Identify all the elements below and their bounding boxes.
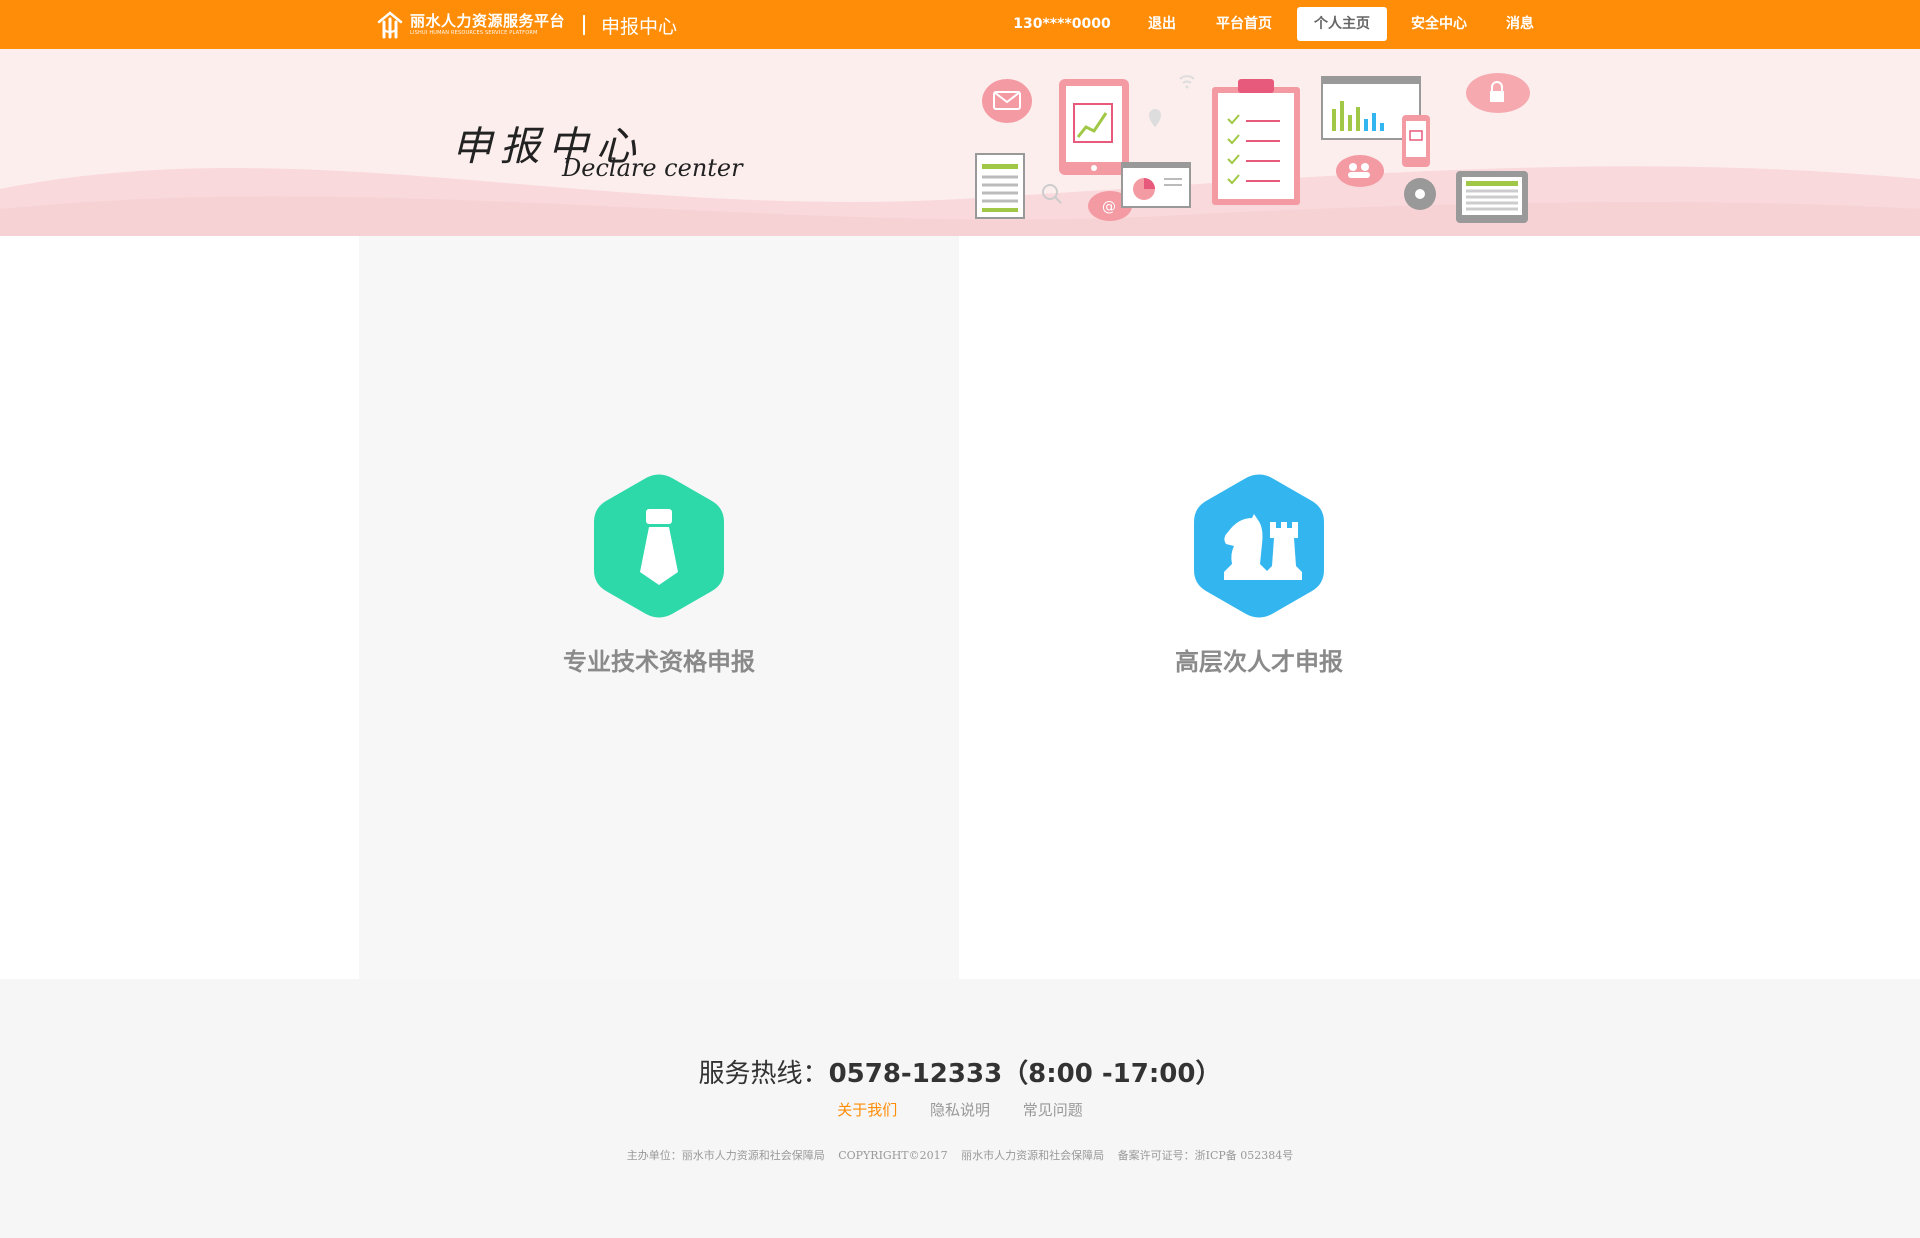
- monitor-table-icon: [1456, 171, 1528, 223]
- card-high-level-talent[interactable]: 高层次人才申报: [959, 236, 1559, 979]
- svg-text:@: @: [1102, 199, 1116, 215]
- chess-icon[interactable]: [1194, 474, 1324, 618]
- logo-title: 丽水人力资源服务平台: [410, 12, 566, 30]
- banner-title-en: Declare center: [562, 154, 743, 182]
- footer-links: 关于我们 隐私说明 常见问题: [0, 1099, 1920, 1120]
- copyright-icp: 备案许可证号：浙ICP备 052384号: [1117, 1149, 1294, 1162]
- wifi-icon: [1179, 75, 1195, 89]
- magnifier-icon: [1042, 184, 1062, 204]
- footer-link-privacy[interactable]: 隐私说明: [930, 1099, 990, 1120]
- browser-pie-chart-icon: [1121, 162, 1191, 208]
- nav-personal-home[interactable]: 个人主页: [1297, 7, 1387, 41]
- site-logo[interactable]: 丽水人力资源服务平台 LISHUI HUMAN RESOURCES SERVIC…: [376, 8, 677, 42]
- copyright-owner: 丽水市人力资源和社会保障局: [961, 1149, 1105, 1162]
- hotline-number: 0578-12333（8:00 -17:00）: [828, 1059, 1222, 1089]
- copyright-year: COPYRIGHT©2017: [838, 1149, 948, 1162]
- logo-divider: [583, 15, 586, 35]
- card-label-professional-qualification[interactable]: 专业技术资格申报: [359, 642, 959, 677]
- clipboard-checklist-icon: [1212, 79, 1300, 205]
- copyright-info: 主办单位：丽水市人力资源和社会保障局 COPYRIGHT©2017 丽水市人力资…: [0, 1147, 1920, 1163]
- top-nav-bar: 丽水人力资源服务平台 LISHUI HUMAN RESOURCES SERVIC…: [0, 0, 1920, 49]
- logo-icon: [377, 11, 403, 39]
- footer-link-faq[interactable]: 常见问题: [1023, 1099, 1083, 1120]
- card-professional-qualification[interactable]: 专业技术资格申报: [359, 236, 959, 979]
- document-icon: [975, 153, 1025, 219]
- nav-user-phone[interactable]: 130****0000: [1008, 7, 1116, 41]
- card-label-high-level-talent[interactable]: 高层次人才申报: [959, 642, 1559, 677]
- service-hotline: 服务热线：0578-12333（8:00 -17:00）: [0, 1053, 1920, 1090]
- tie-icon[interactable]: [594, 474, 724, 618]
- banner-illustration: @: [975, 73, 1530, 223]
- main-content: 专业技术资格申报 高层次人才申报: [0, 236, 1920, 979]
- cloud-lock-icon: [1466, 73, 1530, 113]
- section-title: 申报中心: [601, 15, 678, 38]
- nav-messages[interactable]: 消息: [1496, 7, 1544, 41]
- page-banner: 申报中心 Declare center @: [0, 49, 1920, 236]
- phone-mail-icon: [1402, 115, 1430, 167]
- nav-platform-home[interactable]: 平台首页: [1205, 7, 1283, 41]
- nav-logout[interactable]: 退出: [1138, 7, 1186, 41]
- chat-bubble-icon: [982, 79, 1032, 123]
- footer-link-about-us[interactable]: 关于我们: [837, 1099, 897, 1120]
- nav-security-center[interactable]: 安全中心: [1400, 7, 1478, 41]
- cloud-users-icon: [1336, 155, 1384, 187]
- banner-title: 申报中心 Declare center: [452, 114, 743, 182]
- gear-icon: [1404, 178, 1436, 210]
- tablet-chart-icon: [1059, 79, 1129, 175]
- hotline-label: 服务热线：: [698, 1059, 829, 1089]
- copyright-organizer: 主办单位：丽水市人力资源和社会保障局: [626, 1149, 825, 1162]
- page-footer: 服务热线：0578-12333（8:00 -17:00） 关于我们 隐私说明 常…: [0, 979, 1920, 1238]
- logo-subtitle-en: LISHUI HUMAN RESOURCES SERVICE PLATFORM: [410, 30, 538, 36]
- location-pin-icon: [1149, 109, 1161, 127]
